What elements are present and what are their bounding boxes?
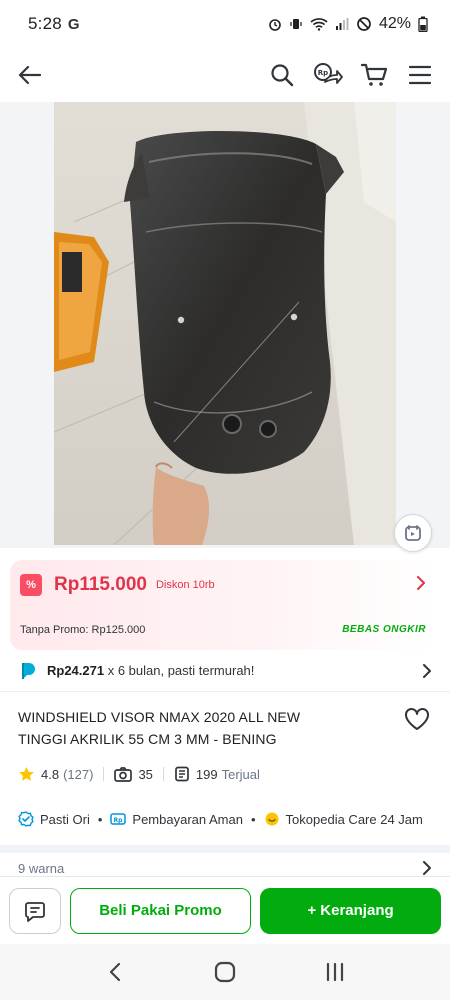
free-shipping-badge: BEBAS ONGKIR — [342, 624, 426, 635]
camera-icon — [114, 766, 133, 782]
photo-count: 35 — [138, 766, 153, 782]
do-not-disturb-icon — [357, 17, 371, 31]
status-bar: 5:28 G 42% — [0, 0, 450, 48]
system-navigation-bar — [0, 944, 450, 1000]
rating-value: 4.8 — [41, 766, 60, 782]
share-icon: Rp — [314, 63, 343, 84]
rating-count: (127) — [63, 766, 94, 782]
installment-amount: Rp24.271 — [47, 663, 105, 678]
nav-actions: Rp — [266, 59, 436, 91]
wifi-icon — [310, 18, 328, 31]
assurance-row[interactable]: Pasti Ori • Rp Pembayaran Aman • Tokoped… — [18, 808, 423, 830]
section-divider — [0, 845, 450, 853]
product-title-line-1: WINDSHIELD VISOR NMAX 2020 ALL NEW — [18, 709, 301, 725]
menu-button[interactable] — [404, 59, 436, 91]
svg-text:Rp: Rp — [114, 817, 124, 824]
divider — [103, 767, 105, 781]
google-g-icon: G — [67, 15, 80, 33]
installment-text: Rp24.271 x 6 bulan, pasti termurah! — [47, 663, 254, 678]
current-price: Rp115.000 — [54, 574, 147, 595]
add-to-cart-button[interactable]: + Keranjang — [260, 887, 441, 934]
discount-label: Diskon 10rb — [155, 579, 215, 591]
heart-icon — [405, 708, 429, 730]
paylater-icon — [22, 662, 35, 679]
bottom-action-bar: Beli Pakai Promo + Keranjang — [0, 876, 450, 944]
chat-seller-button[interactable] — [9, 887, 61, 934]
cart-icon — [361, 63, 387, 86]
receipt-icon — [174, 766, 190, 782]
price-card[interactable]: % Rp115.000 Diskon 10rb Tanpa Promo: Rp1… — [10, 560, 440, 650]
chevron-right-icon — [423, 861, 431, 875]
authentic-badge[interactable]: Pasti Ori — [18, 811, 90, 827]
share-button[interactable]: Rp — [312, 59, 344, 91]
back-button[interactable] — [14, 59, 46, 91]
payment-card-icon: Rp — [110, 813, 127, 825]
product-title: WINDSHIELD VISOR NMAX 2020 ALL NEW TINGG… — [18, 706, 388, 750]
variant-label: 9 warna — [18, 860, 65, 876]
product-photo[interactable] — [54, 102, 396, 545]
installment-row[interactable]: Rp24.271 x 6 bulan, pasti termurah! — [0, 650, 450, 692]
system-recents-button[interactable] — [315, 952, 355, 992]
battery-icon — [418, 16, 428, 32]
product-photo-illustration — [54, 102, 396, 545]
search-icon — [271, 64, 294, 87]
original-price: Tanpa Promo: Rp125.000 — [20, 624, 146, 636]
secure-payment-badge[interactable]: Rp Pembayaran Aman — [110, 812, 243, 827]
divider — [162, 767, 164, 781]
battery-percent: 42% — [378, 15, 411, 32]
video-play-button[interactable] — [394, 514, 432, 552]
svg-text:Rp: Rp — [318, 69, 328, 77]
chevron-right-icon — [423, 663, 431, 678]
back-arrow-icon — [18, 65, 42, 85]
signal-icon — [335, 18, 349, 30]
wishlist-button[interactable] — [402, 704, 432, 734]
care-icon — [265, 812, 279, 826]
system-home-button[interactable] — [205, 952, 245, 992]
cart-button[interactable] — [358, 59, 390, 91]
system-recents-icon — [326, 962, 344, 982]
customer-care-badge[interactable]: Tokopedia Care 24 Jam — [264, 811, 423, 827]
top-navigation: Rp — [0, 48, 450, 102]
chevron-right-icon — [416, 576, 426, 595]
bullet-separator: • — [250, 811, 256, 827]
search-button[interactable] — [266, 59, 298, 91]
status-time: 5:28 — [28, 14, 62, 33]
alarm-icon — [269, 19, 281, 31]
vibrate-icon — [290, 19, 302, 29]
sold-label: Terjual — [221, 766, 260, 782]
price-row: % Rp115.000 Diskon 10rb — [20, 574, 215, 596]
product-gallery[interactable] — [0, 102, 450, 552]
star-icon — [18, 766, 35, 783]
system-home-icon — [214, 961, 236, 983]
product-stats: 4.8 (127) 35 199 Terjual — [18, 764, 260, 784]
bullet-separator: • — [97, 811, 103, 827]
status-icons: 42% — [268, 15, 428, 33]
buy-with-promo-button[interactable]: Beli Pakai Promo — [70, 887, 251, 934]
customer-care-label: Tokopedia Care 24 Jam — [285, 811, 423, 827]
sold-count: 199 — [195, 766, 218, 782]
product-title-line-2: TINGGI AKRILIK 55 CM 3 MM - BENING — [18, 731, 277, 747]
system-back-icon — [109, 962, 121, 982]
authentic-label: Pasti Ori — [40, 811, 90, 827]
discount-tag-icon: % — [20, 574, 42, 596]
installment-detail: x 6 bulan, pasti termurah! — [104, 663, 255, 678]
menu-icon — [409, 65, 431, 85]
verified-badge-icon — [18, 811, 34, 827]
system-back-button[interactable] — [95, 952, 135, 992]
video-icon — [405, 525, 421, 541]
chat-icon — [25, 901, 45, 922]
secure-payment-label: Pembayaran Aman — [132, 811, 243, 827]
